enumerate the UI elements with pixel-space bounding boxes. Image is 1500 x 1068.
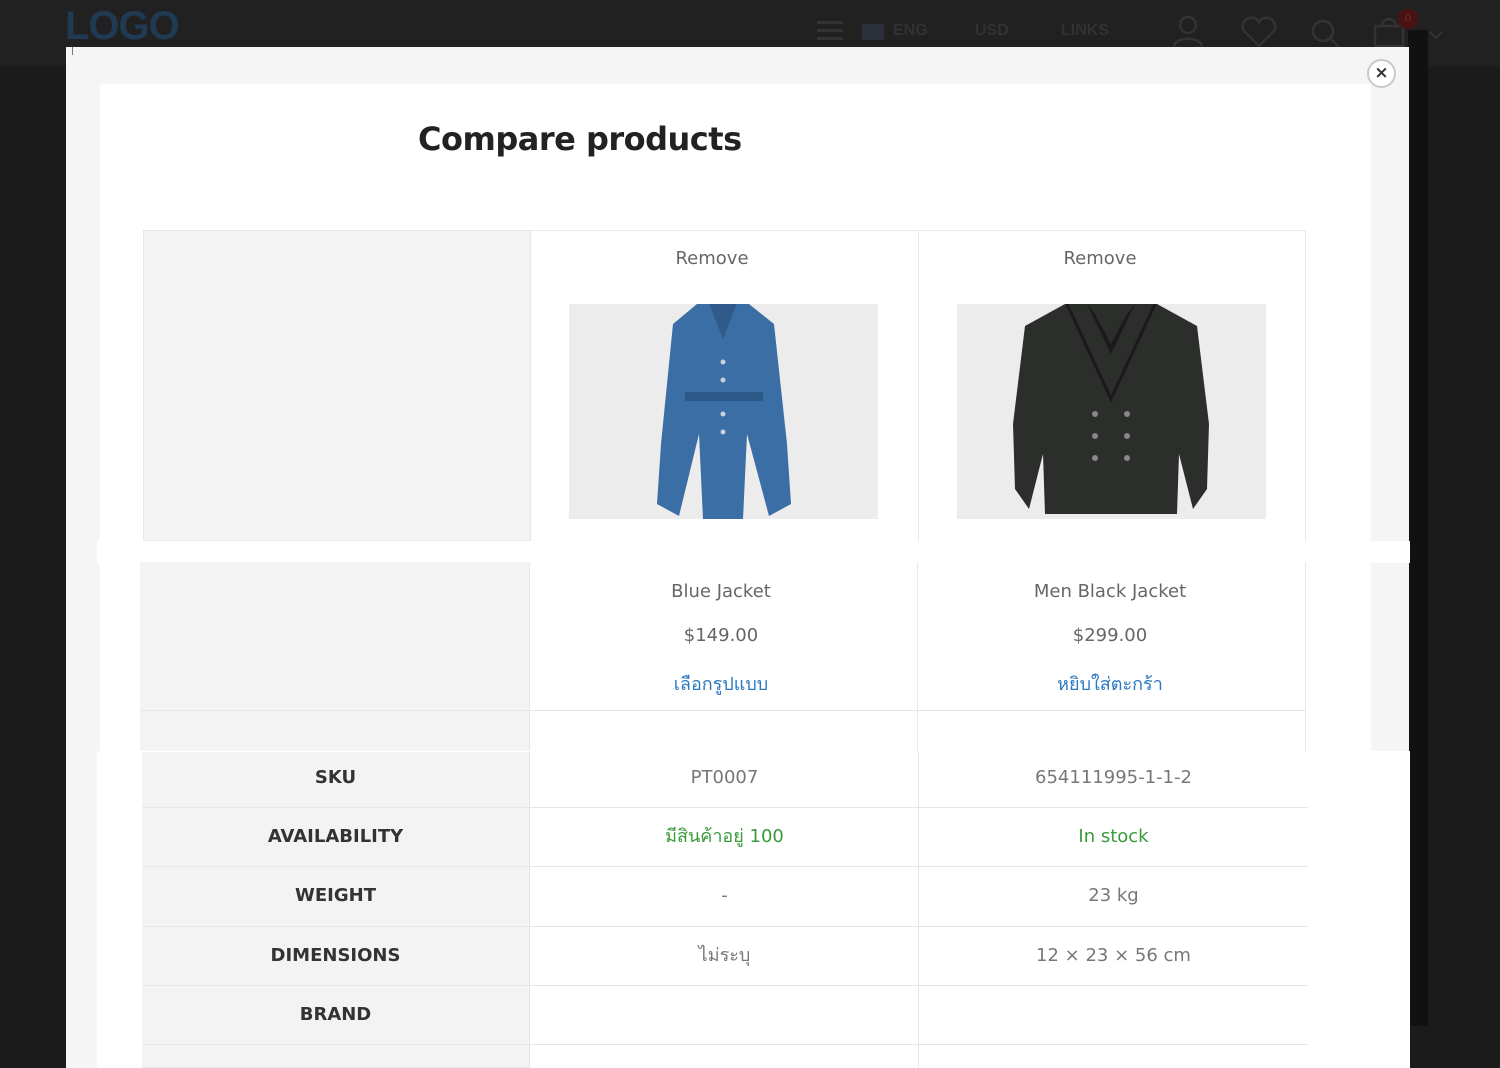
section-gap [97,541,1410,563]
row-label: SKU [142,752,529,808]
row-label: DIMENSIONS [142,927,529,986]
row-divider [140,710,1306,711]
close-button[interactable]: × [1367,59,1396,88]
product-name[interactable]: Blue Jacket [531,581,911,602]
row-value-partial [918,1045,1308,1068]
row-value [918,986,1308,1045]
label-column-header [143,230,531,541]
row-value: 12 × 23 × 56 cm [918,927,1308,986]
row-value: ไม่ระบุ [529,927,919,986]
row-value: - [529,867,919,927]
product-image[interactable] [957,304,1266,519]
product-image[interactable] [569,304,878,519]
availability-value: มีสินค้าอยู่ 100 [529,808,919,867]
page-title: Compare products [418,120,742,158]
product-price: $149.00 [683,625,759,646]
blue-coat-image [569,304,878,519]
select-options-link[interactable]: เลือกรูปแบบ [531,669,911,698]
availability-value: In stock [918,808,1308,867]
site-logo: LOGO [65,4,180,48]
chevron-down-icon [1428,26,1444,45]
overlay-shadow [1408,30,1428,1026]
row-value: 23 kg [918,867,1308,927]
row-label: BRAND [142,986,529,1045]
remove-button[interactable]: Remove [920,248,1280,269]
label-column-info [140,562,530,752]
row-label: WEIGHT [142,867,529,927]
currency-select: USD [975,22,1009,39]
links-menu: LINKS [1061,22,1109,39]
add-to-cart-link[interactable]: หยิบใส่ตะกร้า [919,669,1301,698]
remove-button[interactable]: Remove [532,248,892,269]
flag-icon [862,24,884,40]
cart-count-badge: 0 [1398,9,1418,29]
language-select: ENG [893,22,928,39]
row-value-partial [529,1045,919,1068]
row-value: 654111995-1-1-2 [918,752,1308,808]
product-price: $299.00 [1072,625,1148,646]
row-value: PT0007 [529,752,919,808]
black-coat-image [957,304,1266,519]
row-label-partial [142,1045,529,1068]
menu-icon [817,20,843,46]
modal-edge [72,47,73,55]
product-name[interactable]: Men Black Jacket [919,581,1301,602]
row-value [529,986,919,1045]
row-label: AVAILABILITY [142,808,529,867]
